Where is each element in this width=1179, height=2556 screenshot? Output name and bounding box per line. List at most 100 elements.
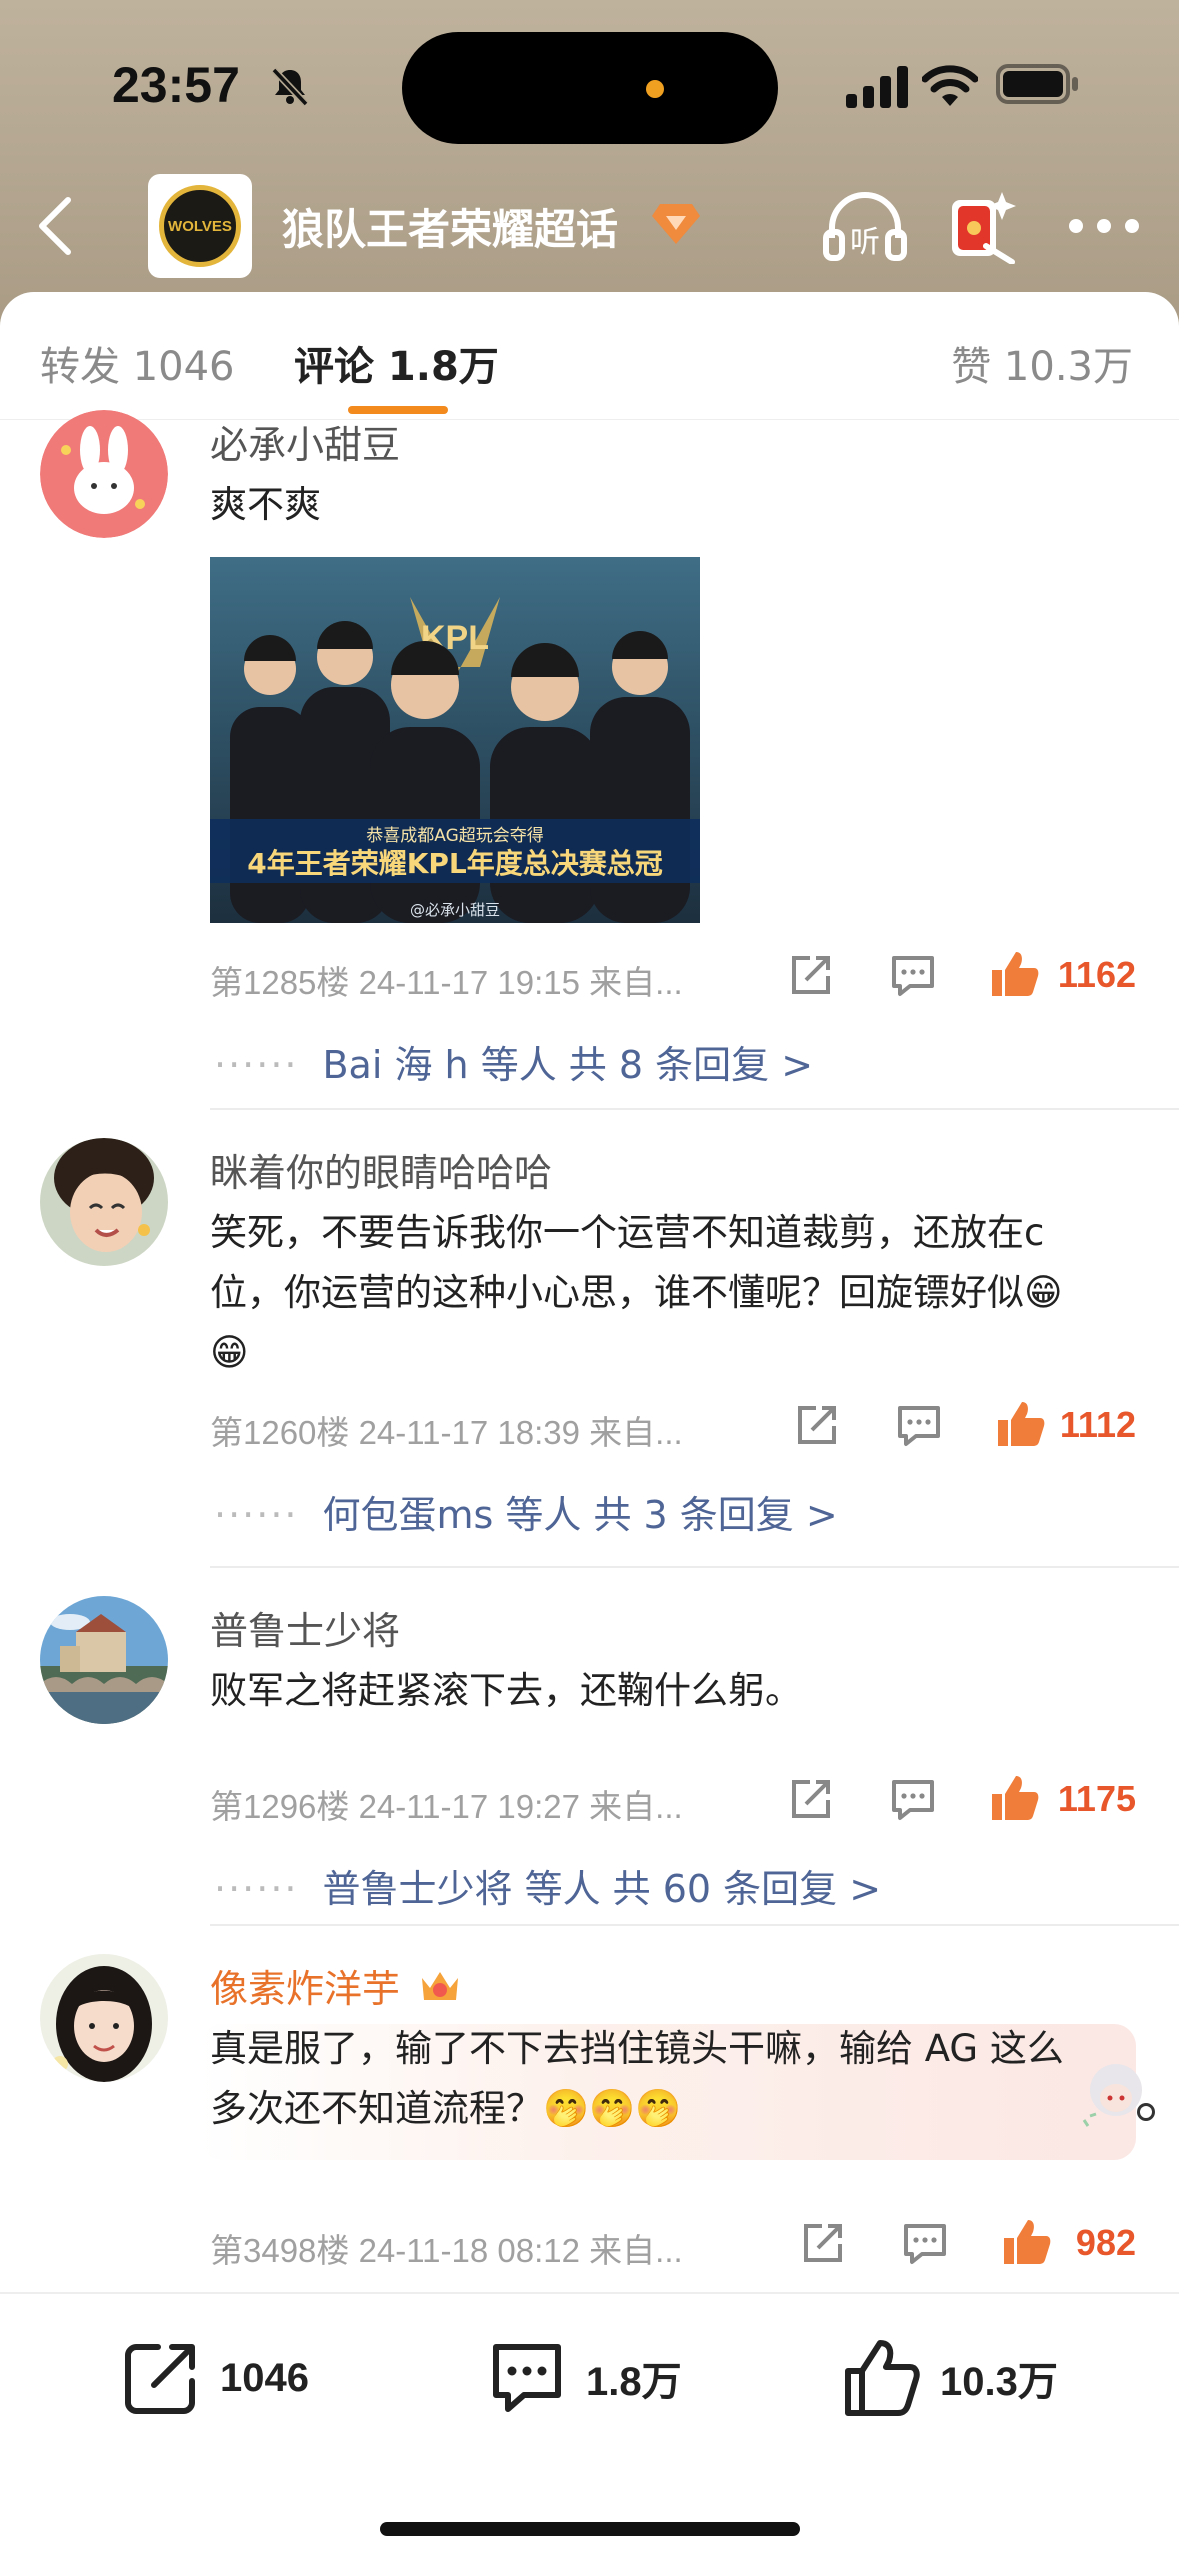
page-title: 狼队王者荣耀超话 xyxy=(282,205,619,254)
reply-icon[interactable] xyxy=(890,1776,936,1822)
signal-icon xyxy=(846,66,908,108)
divider xyxy=(210,1924,1179,1926)
comment-floor: 第1296楼 24-11-17 19:27 来自... xyxy=(210,1788,683,1825)
divider xyxy=(210,1566,1179,1568)
reply-icon[interactable] xyxy=(902,2220,948,2266)
avatar[interactable] xyxy=(40,1138,168,1266)
comment-floor: 第1285楼 24-11-17 19:15 来自... xyxy=(210,964,683,1001)
back-icon[interactable] xyxy=(30,194,80,258)
wifi-icon xyxy=(922,65,978,106)
divider xyxy=(210,1108,1179,1110)
headphones-icon: 听 xyxy=(823,192,907,261)
like-icon[interactable] xyxy=(994,1398,1046,1450)
listen-label: 听 xyxy=(850,225,880,260)
like-icon[interactable] xyxy=(988,1772,1040,1824)
comment-count: 1.8万 xyxy=(586,2360,682,2404)
comment-item: 必承小甜豆 爽不爽 KPL 恭喜成都AG超玩会夺得 4年王者荣耀KPL年度总决赛… xyxy=(0,410,1179,1100)
comment-item: 像素炸洋芋 真是服了，输了不下去挡住镜头干嘛，输给 AG 这么 多次还不知道流程… xyxy=(0,1954,1179,2294)
comment-text: 真是服了，输了不下去挡住镜头干嘛，输给 AG 这么 多次还不知道流程？🤭🤭🤭 xyxy=(210,2019,1140,2139)
comment-text: 败军之将赶紧滚下去，还鞠什么躬。 xyxy=(210,1669,802,1712)
share-icon[interactable] xyxy=(788,952,834,998)
bunny-avatar-icon xyxy=(40,410,168,538)
comment-item: 眯着你的眼睛哈哈哈 笑死，不要告诉我你一个运营不知道裁剪，还放在c 位，你运营的… xyxy=(0,1138,1179,1578)
tab-likes[interactable]: 赞 10.3万 xyxy=(951,334,1133,392)
girl-avatar-icon xyxy=(40,1954,168,2082)
wolves-logo-icon: WOLVES xyxy=(159,185,241,267)
red-packet-icon[interactable] xyxy=(946,188,1018,264)
comment-text-line: 真是服了，输了不下去挡住镜头干嘛，输给 AG 这么 xyxy=(210,2027,1064,2070)
author-name[interactable]: 像素炸洋芋 xyxy=(210,1967,400,2011)
repost-count: 1046 xyxy=(220,2355,309,2400)
anime-sticker-icon xyxy=(1082,2064,1155,2127)
status-time: 23:57 xyxy=(112,57,240,113)
photo-caption: 恭喜成都AG超玩会夺得 xyxy=(366,826,544,846)
photo-title: 4年王者荣耀KPL年度总决赛总冠 xyxy=(247,847,663,880)
thumbs-up-icon xyxy=(845,2340,920,2416)
comment-author[interactable]: 像素炸洋芋 xyxy=(210,1958,1140,2013)
top-header: 23:57 WOLVES 狼队王者荣耀超话 听 xyxy=(0,0,1179,330)
like-button[interactable]: 10.3万 xyxy=(840,2330,1058,2426)
like-count: 1112 xyxy=(1059,1404,1136,1445)
repost-button[interactable]: 1046 xyxy=(120,2330,309,2426)
comment-meta: 第1296楼 24-11-17 19:27 来自... 1175 xyxy=(210,1772,1140,1825)
photo-watermark: @必承小甜豆 xyxy=(410,901,500,919)
listen-button[interactable]: 听 xyxy=(822,188,908,264)
like-count: 982 xyxy=(1075,2222,1136,2263)
comment-floor: 第1260楼 24-11-17 18:39 来自... xyxy=(210,1414,683,1451)
home-indicator[interactable] xyxy=(380,2522,800,2536)
dynamic-island xyxy=(402,32,778,144)
avatar[interactable] xyxy=(40,410,168,538)
reply-icon[interactable] xyxy=(896,1402,942,1448)
avatar[interactable] xyxy=(40,1596,168,1724)
crown-badge-icon xyxy=(422,1972,459,2000)
comment-author[interactable]: 普鲁士少将 xyxy=(210,1600,1140,1655)
repost-icon xyxy=(125,2344,195,2414)
topic-logo[interactable]: WOLVES xyxy=(148,174,252,278)
comment-button[interactable]: 1.8万 xyxy=(486,2330,682,2426)
child-avatar-icon xyxy=(40,1138,168,1266)
comment-meta: 第1260楼 24-11-17 18:39 来自... 1112 xyxy=(210,1398,1140,1451)
comment-icon xyxy=(493,2344,561,2412)
share-icon[interactable] xyxy=(788,1776,834,1822)
comment-item: 普鲁士少将 败军之将赶紧滚下去，还鞠什么躬。 第1296楼 24-11-17 1… xyxy=(0,1596,1179,1956)
status-bar: 23:57 xyxy=(0,0,1179,175)
comment-image[interactable]: KPL 恭喜成都AG超玩会夺得 4年王者荣耀KPL年度总决赛总冠 @必承小甜豆 xyxy=(210,557,700,923)
comment-floor: 第3498楼 24-11-18 08:12 来自... xyxy=(210,2232,683,2269)
comment-author[interactable]: 眯着你的眼睛哈哈哈 xyxy=(210,1142,1140,1197)
nav-bar: WOLVES 狼队王者荣耀超话 听 xyxy=(0,170,1179,280)
like-count: 1175 xyxy=(1057,1778,1136,1819)
reply-summary[interactable]: ······ Bai 海 h 等人 共 8 条回复 > xyxy=(214,1034,813,1089)
bottom-action-bar: 1046 1.8万 10.3万 xyxy=(0,2292,1179,2556)
like-count-total: 10.3万 xyxy=(940,2360,1058,2404)
like-count: 1162 xyxy=(1057,954,1136,995)
comment-meta: 第3498楼 24-11-18 08:12 来自... 982 xyxy=(210,2216,1140,2269)
share-icon[interactable] xyxy=(794,1402,840,1448)
comment-sheet: 转发 1046 评论 1.8万 赞 10.3万 必承小甜豆 爽不爽 KPL 恭喜… xyxy=(0,292,1179,2556)
avatar[interactable] xyxy=(40,1954,168,2082)
reply-summary[interactable]: ······ 何包蛋ms 等人 共 3 条回复 > xyxy=(214,1484,838,1539)
comment-text: 笑死，不要告诉我你一个运营不知道裁剪，还放在c 位，你运营的这种小心思，谁不懂呢… xyxy=(210,1203,1140,1383)
tab-repost[interactable]: 转发 1046 xyxy=(40,334,235,392)
tab-bar: 转发 1046 评论 1.8万 赞 10.3万 xyxy=(0,292,1179,420)
reply-link[interactable]: 普鲁士少将 等人 共 60 条回复 > xyxy=(322,1867,881,1911)
more-icon[interactable] xyxy=(1066,214,1142,238)
battery-icon xyxy=(996,64,1078,104)
comment-text-line: 位，你运营的这种小心思，谁不懂呢？回旋镖好似😁 xyxy=(210,1271,1063,1314)
diamond-badge-icon xyxy=(652,204,700,244)
like-icon[interactable] xyxy=(988,948,1040,1000)
share-icon[interactable] xyxy=(800,2220,846,2266)
comment-meta: 第1285楼 24-11-17 19:15 来自... 1162 xyxy=(210,948,1140,1001)
reply-link[interactable]: Bai 海 h 等人 共 8 条回复 > xyxy=(322,1043,813,1087)
like-icon[interactable] xyxy=(1000,2216,1052,2268)
comment-text: 爽不爽 xyxy=(210,483,321,526)
reply-link[interactable]: 何包蛋ms 等人 共 3 条回复 > xyxy=(322,1493,837,1537)
comment-author[interactable]: 必承小甜豆 xyxy=(210,414,1140,469)
reply-summary[interactable]: ······ 普鲁士少将 等人 共 60 条回复 > xyxy=(214,1858,881,1913)
kpl-photo-icon: KPL 恭喜成都AG超玩会夺得 4年王者荣耀KPL年度总决赛总冠 @必承小甜豆 xyxy=(210,557,700,923)
reply-icon[interactable] xyxy=(890,952,936,998)
comment-text-line: 多次还不知道流程？🤭🤭🤭 xyxy=(210,2087,682,2130)
comment-text-line: 笑死，不要告诉我你一个运营不知道裁剪，还放在c xyxy=(210,1211,1045,1254)
comment-text-line: 😁 xyxy=(210,1331,249,1374)
camera-indicator-icon xyxy=(646,80,664,98)
bell-muted-icon xyxy=(271,67,309,107)
